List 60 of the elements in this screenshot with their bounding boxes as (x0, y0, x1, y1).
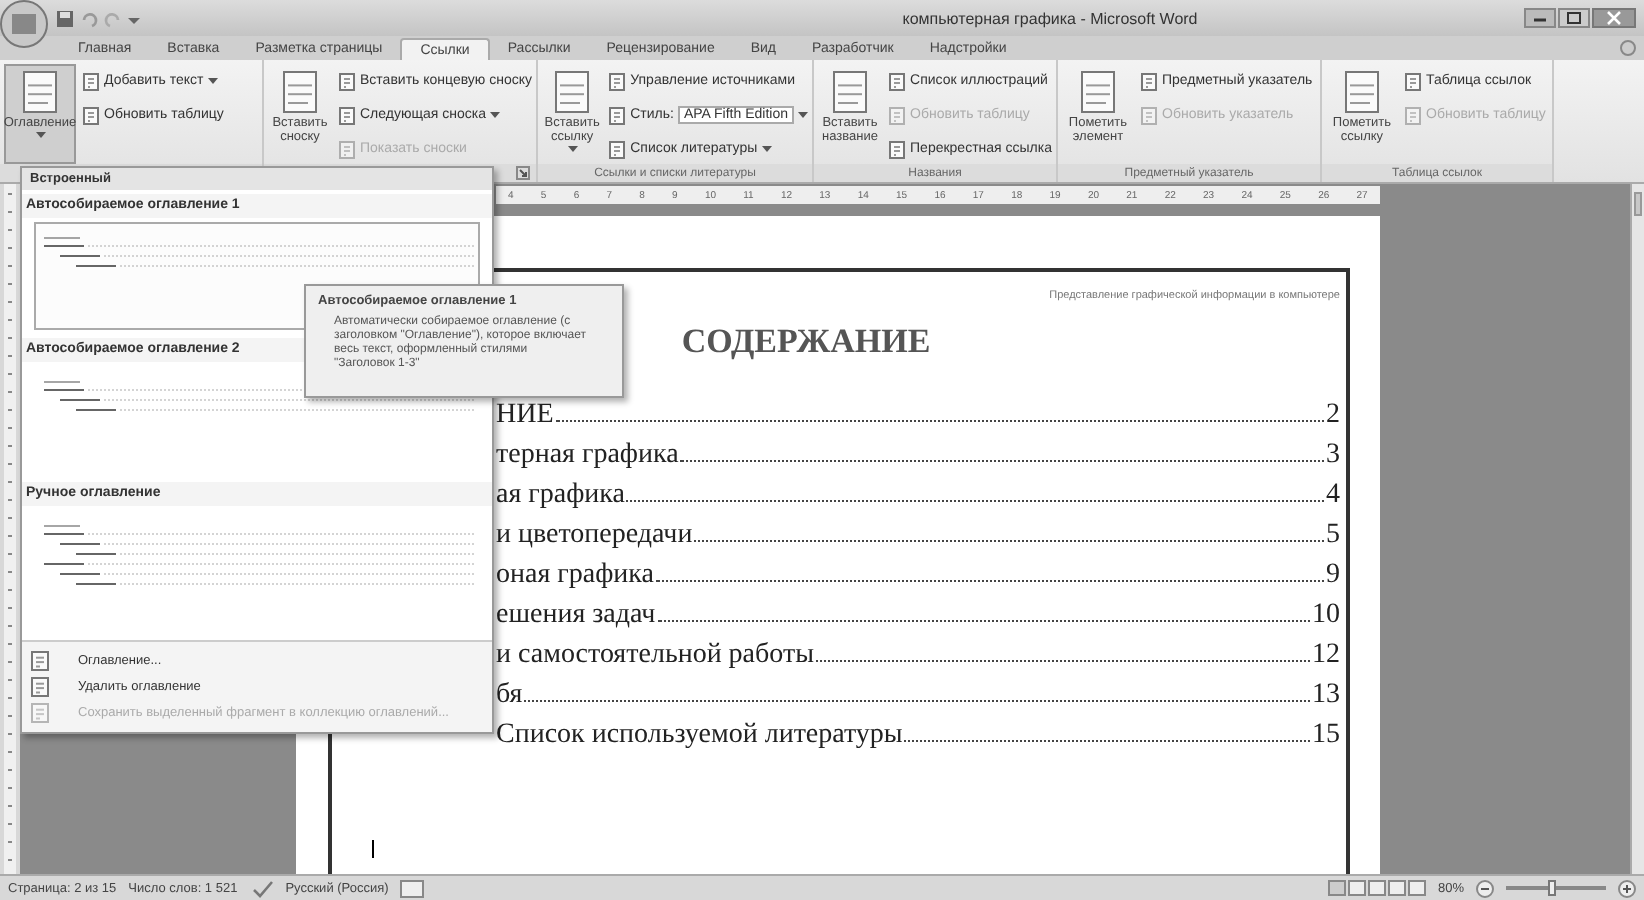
dialog-launcher-icon[interactable] (516, 166, 530, 180)
toc-page-number: 9 (1326, 560, 1340, 592)
toc-entry: оная графика (496, 560, 654, 592)
document-icon (608, 105, 627, 125)
document-icon (608, 139, 627, 159)
toc-entry: ешения задач (496, 600, 656, 632)
toc-page-number: 12 (1312, 640, 1340, 672)
toc-page-number: 2 (1326, 400, 1340, 432)
zoom-out-icon[interactable] (1476, 879, 1494, 897)
document-icon (608, 71, 627, 91)
toc-entry: и цветопередачи (496, 520, 693, 552)
help-icon[interactable] (1620, 40, 1636, 56)
close-icon[interactable] (1592, 8, 1636, 28)
toc-page-number: 4 (1326, 480, 1340, 512)
document-icon (1140, 105, 1158, 125)
scroll-thumb[interactable] (1634, 192, 1642, 216)
toc-entry: ая графика (496, 480, 625, 512)
undo-icon[interactable] (80, 9, 98, 27)
minimize-icon[interactable] (1524, 8, 1556, 28)
toc-entry: НИЕ (496, 400, 554, 432)
save-icon[interactable] (56, 9, 74, 27)
document-icon (1404, 105, 1422, 125)
toc-page-number: 3 (1326, 440, 1340, 472)
document-icon (30, 676, 50, 698)
document-icon (338, 71, 356, 91)
document-icon (888, 71, 907, 91)
zoom-in-icon[interactable] (1618, 879, 1636, 897)
document-icon (1344, 70, 1380, 114)
text-cursor (372, 840, 374, 858)
window-title: компьютерная графика - Microsoft Word (900, 9, 1200, 27)
toc-entry: терная графика (496, 440, 679, 472)
zoom-slider-thumb[interactable] (1547, 880, 1555, 896)
document-icon (82, 105, 100, 125)
maximize-icon[interactable] (1558, 8, 1590, 28)
toc-entry: бя (496, 680, 523, 712)
document-icon (30, 702, 50, 724)
document-icon (282, 70, 318, 114)
toc-entry: Список используемой литературы (496, 720, 903, 752)
document-icon (30, 650, 50, 672)
document-icon (338, 139, 356, 159)
document-icon (1404, 71, 1422, 91)
vertical-scrollbar[interactable] (1630, 184, 1644, 874)
toc-page-number: 10 (1312, 600, 1340, 632)
document-icon (888, 105, 907, 125)
document-icon (1140, 71, 1158, 91)
document-icon (82, 71, 100, 91)
spelling-check-icon[interactable] (249, 879, 274, 897)
toc-page-number: 13 (1312, 680, 1340, 712)
document-icon (22, 70, 58, 114)
document-icon (888, 139, 907, 159)
macro-record-icon[interactable] (400, 879, 425, 897)
document-icon (554, 70, 591, 114)
document-icon (338, 105, 356, 125)
redo-icon[interactable] (104, 9, 122, 27)
toc-page-number: 15 (1312, 720, 1340, 752)
document-icon (1080, 70, 1116, 114)
toc-entry: и самостоятельной работы (496, 640, 814, 672)
toc-heading: СОДЕРЖАНИЕ (681, 322, 931, 362)
toc-page-number: 5 (1326, 520, 1340, 552)
document-icon (832, 70, 868, 114)
